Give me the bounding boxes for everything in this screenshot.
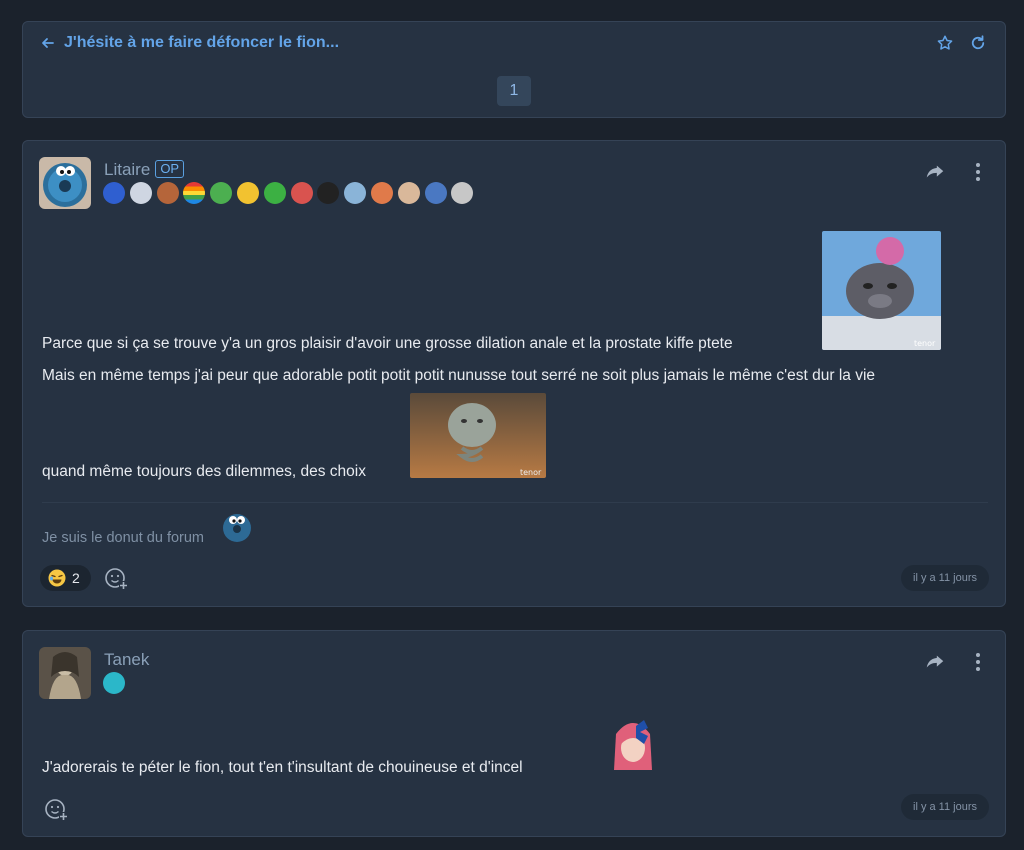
red-badge-icon[interactable]	[290, 182, 313, 204]
more-vertical-icon[interactable]	[969, 651, 987, 673]
post: Litaire OP tenor Parce que si ça se trou…	[22, 140, 1006, 607]
portrait-badge-icon[interactable]	[424, 182, 447, 204]
monkey-badge-icon[interactable]	[370, 182, 393, 204]
post: Tanek J'adorerais te péter le fion, tout…	[22, 630, 1006, 837]
more-vertical-icon[interactable]	[969, 161, 987, 183]
avatar[interactable]	[39, 647, 91, 699]
smiley-badge-icon[interactable]	[236, 182, 259, 204]
gif-watermark: tenor	[520, 468, 542, 477]
share-icon[interactable]	[924, 651, 946, 673]
gif-image[interactable]: tenor	[822, 231, 941, 350]
badge-list	[103, 672, 125, 694]
topic-title[interactable]: J'hésite à me faire défoncer le fion...	[64, 34, 339, 52]
reaction-button[interactable]: 2	[40, 565, 91, 591]
page-button[interactable]: 1	[497, 76, 531, 106]
green-badge-icon[interactable]	[263, 182, 286, 204]
op-badge: OP	[155, 160, 185, 178]
author-label: Litaire	[104, 160, 151, 179]
stars-badge-icon[interactable]	[103, 672, 125, 694]
gif-image[interactable]: tenor	[410, 393, 546, 478]
portrait-badge-icon[interactable]	[451, 182, 474, 204]
portrait-badge-icon[interactable]	[129, 182, 152, 204]
post-text-line: quand même toujours des dilemmes, des ch…	[42, 463, 366, 480]
anime-girl-sticker[interactable]	[608, 714, 658, 774]
post-text-line: Parce que si ça se trouve y'a un gros pl…	[42, 335, 733, 352]
author-name[interactable]: Tanek	[104, 650, 149, 670]
star-icon[interactable]	[936, 34, 954, 52]
share-icon[interactable]	[924, 161, 946, 183]
post-text-line: Mais en même temps j'ai peur que adorabl…	[42, 367, 876, 384]
post-timestamp[interactable]: il y a 11 jours	[901, 794, 989, 820]
crown-badge-icon[interactable]	[103, 182, 125, 204]
post-text-line: J'adorerais te péter le fion, tout t'en …	[42, 759, 523, 776]
smiley-badge-icon[interactable]	[210, 182, 233, 204]
avatar[interactable]	[39, 157, 91, 209]
topic-header: J'hésite à me faire défoncer le fion... …	[22, 21, 1006, 118]
face-badge-icon[interactable]	[397, 182, 420, 204]
signature-text: Je suis le donut du forum	[42, 530, 205, 546]
add-reaction-icon[interactable]	[44, 797, 68, 821]
refresh-icon[interactable]	[969, 34, 987, 52]
arrow-left-icon[interactable]	[40, 35, 56, 51]
portrait-badge-icon[interactable]	[156, 182, 179, 204]
zero-tout-badge-icon[interactable]	[317, 182, 340, 204]
badge-list	[103, 182, 474, 204]
gif-watermark: tenor	[914, 339, 936, 348]
add-reaction-icon[interactable]	[104, 566, 128, 590]
donut-sticker	[223, 514, 251, 542]
laughing-emoji-icon	[48, 569, 66, 587]
signature-divider	[42, 502, 988, 503]
reaction-count: 2	[72, 570, 80, 586]
portrait-badge-icon[interactable]	[344, 182, 367, 204]
rainbow-badge-icon[interactable]	[183, 182, 206, 204]
author-name[interactable]: Litaire OP	[104, 160, 185, 180]
post-timestamp[interactable]: il y a 11 jours	[901, 565, 989, 591]
